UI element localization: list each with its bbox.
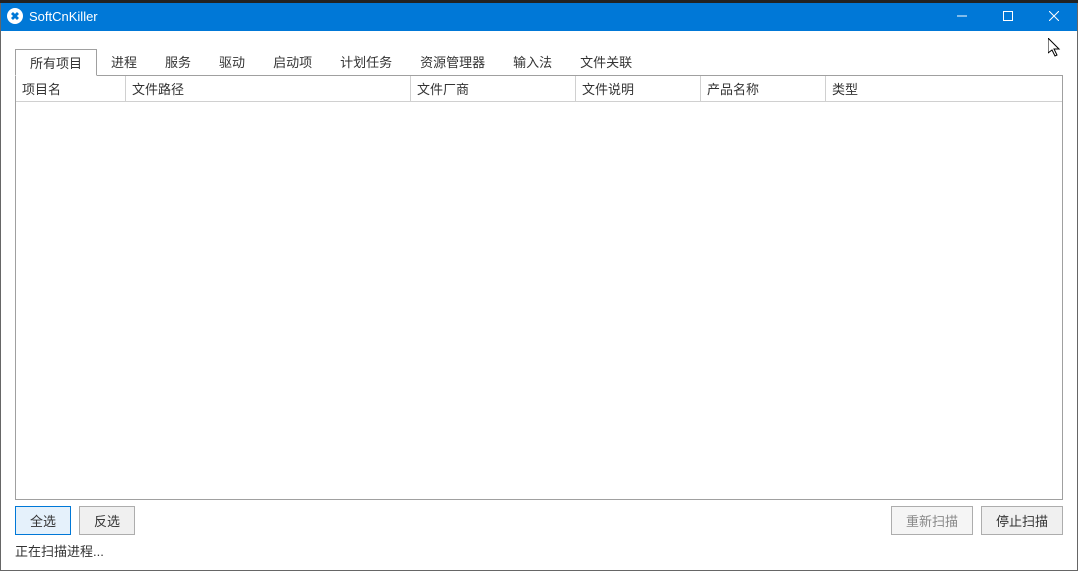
invert-selection-button[interactable]: 反选	[79, 506, 135, 535]
tab-bar: 所有项目 进程 服务 驱动 启动项 计划任务 资源管理器 输入法 文件关联	[15, 49, 1063, 76]
tab-ime[interactable]: 输入法	[499, 49, 566, 75]
table-body[interactable]	[16, 102, 1062, 499]
tab-drivers[interactable]: 驱动	[205, 49, 259, 75]
bottom-toolbar: 全选 反选 重新扫描 停止扫描	[15, 506, 1063, 535]
tab-explorer[interactable]: 资源管理器	[406, 49, 499, 75]
tab-scheduled-tasks[interactable]: 计划任务	[326, 49, 406, 75]
window-controls	[939, 1, 1077, 31]
stop-scan-button[interactable]: 停止扫描	[981, 506, 1063, 535]
select-all-button[interactable]: 全选	[15, 506, 71, 535]
col-product-name[interactable]: 产品名称	[701, 76, 826, 101]
col-item-name[interactable]: 项目名	[16, 76, 126, 101]
tab-services[interactable]: 服务	[151, 49, 205, 75]
col-file-description[interactable]: 文件说明	[576, 76, 701, 101]
close-button[interactable]	[1031, 1, 1077, 31]
maximize-button[interactable]	[985, 1, 1031, 31]
minimize-button[interactable]	[939, 1, 985, 31]
tab-processes[interactable]: 进程	[97, 49, 151, 75]
app-window: ✖ SoftCnKiller 所有项目 进程 服务 驱动 启动项 计划任务 资源…	[0, 0, 1078, 571]
status-text: 正在扫描进程...	[15, 541, 1063, 560]
col-file-vendor[interactable]: 文件厂商	[411, 76, 576, 101]
window-title: SoftCnKiller	[29, 9, 98, 24]
tab-startup[interactable]: 启动项	[259, 49, 326, 75]
tab-all-items[interactable]: 所有项目	[15, 49, 97, 76]
col-type[interactable]: 类型	[826, 76, 1062, 101]
titlebar[interactable]: ✖ SoftCnKiller	[1, 1, 1077, 31]
results-table: 项目名 文件路径 文件厂商 文件说明 产品名称 类型	[15, 76, 1063, 500]
app-icon: ✖	[7, 8, 23, 24]
rescan-button[interactable]: 重新扫描	[891, 506, 973, 535]
content-area: 所有项目 进程 服务 驱动 启动项 计划任务 资源管理器 输入法 文件关联 项目…	[1, 31, 1077, 570]
col-file-path[interactable]: 文件路径	[126, 76, 411, 101]
table-header: 项目名 文件路径 文件厂商 文件说明 产品名称 类型	[16, 76, 1062, 102]
tab-file-assoc[interactable]: 文件关联	[566, 49, 646, 75]
